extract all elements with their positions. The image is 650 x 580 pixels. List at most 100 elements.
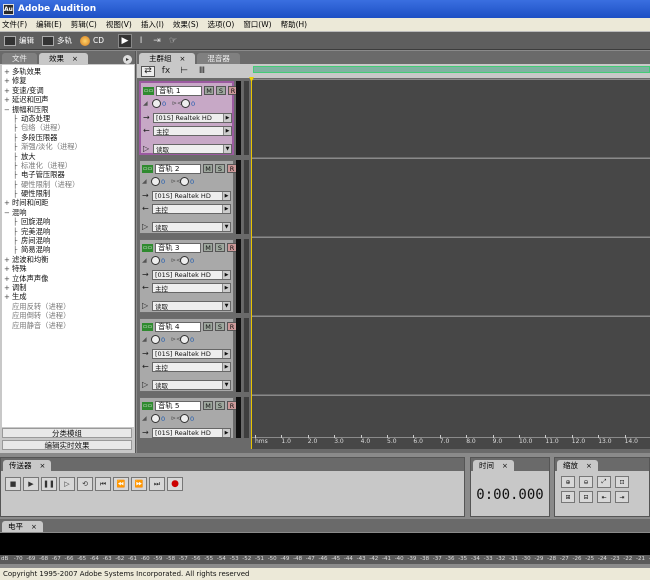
tab-transport[interactable]: 传送器 × (3, 460, 52, 471)
volume-knob[interactable] (151, 256, 160, 265)
close-icon[interactable]: × (72, 55, 78, 63)
dropdown-arrow-icon[interactable]: ▶ (222, 270, 230, 279)
category-modules-button[interactable]: 分类模组 (2, 428, 132, 438)
track-5[interactable]: ▭▭ 音轨 5 M S R ◢ 0 ⊳⊲ 0 → [01S] Realtek H… (137, 395, 650, 438)
eq-icon[interactable]: Ⅲ (195, 66, 209, 77)
effect-item[interactable]: ├ 包络（进程） (2, 123, 134, 132)
pan-value[interactable]: 0 (191, 100, 201, 108)
effect-category[interactable]: + 时间和间距 (2, 198, 134, 207)
effect-item[interactable]: ├ 完美混响 (2, 227, 134, 236)
menu-options[interactable]: 选项(O) (208, 19, 235, 30)
menu-window[interactable]: 窗口(W) (243, 19, 271, 30)
expand-automation-icon[interactable]: ▷ (143, 144, 153, 153)
close-icon[interactable]: × (40, 462, 46, 470)
automation-select[interactable]: 读取 ▼ (152, 221, 231, 232)
input-select[interactable]: [01S] Realtek HD ▶ (152, 190, 231, 201)
rewind-icon[interactable]: ⏪ (113, 477, 129, 491)
volume-knob[interactable] (151, 414, 160, 423)
automation-select[interactable]: 读取 ▼ (152, 300, 231, 311)
effect-category[interactable]: + 生成 (2, 292, 134, 301)
track-1[interactable]: ▭▭ 音轨 1 M S R ◢ 0 ⊳⊲ 0 → [01S] Realtek H… (137, 79, 650, 157)
solo-button[interactable]: S (215, 164, 225, 173)
fast-forward-icon[interactable]: ⏩ (131, 477, 147, 491)
effect-category[interactable]: + 滤波和均衡 (2, 255, 134, 264)
track-3[interactable]: ▭▭ 音轨 3 M S R ◢ 0 ⊳⊲ 0 → [01S] Realtek H… (137, 237, 650, 315)
effects-fx-icon[interactable]: fx (159, 66, 173, 77)
track-name-field[interactable]: 音轨 5 (155, 400, 201, 411)
effect-category[interactable]: + 立体声声像 (2, 274, 134, 283)
pan-value[interactable]: 0 (190, 415, 200, 423)
tab-effects[interactable]: 效果 × (39, 53, 88, 64)
track-2[interactable]: ▭▭ 音轨 2 M S R ◢ 0 ⊳⊲ 0 → [01S] Realtek H… (137, 158, 650, 236)
pan-knob[interactable] (180, 335, 189, 344)
pause-icon[interactable]: ❚❚ (41, 477, 57, 491)
inputs-outputs-icon[interactable]: ⇄ (141, 65, 155, 77)
tab-mixer[interactable]: 混音器 (197, 53, 240, 64)
record-icon[interactable]: ● (167, 477, 183, 491)
zoom-in-horizontal-icon[interactable]: ⊕ (561, 476, 575, 488)
play-icon[interactable]: ▶ (23, 477, 39, 491)
track-name-field[interactable]: 音轨 1 (156, 85, 202, 96)
effect-item[interactable]: ├ 房间混响 (2, 236, 134, 245)
effect-item[interactable]: ├ 电子管压限器 (2, 170, 134, 179)
effect-item[interactable]: ├ 标准化（进程） (2, 161, 134, 170)
volume-value[interactable]: 0 (162, 100, 172, 108)
menu-edit[interactable]: 编辑(E) (36, 19, 62, 30)
menu-clip[interactable]: 剪辑(C) (71, 19, 97, 30)
zoom-in-vertical-icon[interactable]: ⊞ (561, 491, 575, 503)
volume-value[interactable]: 0 (161, 415, 171, 423)
timeline-ruler[interactable]: hms 1.0 2.0 3.0 4.0 5.0 6.0 7.0 8.0 9.0 10.0 11.0 12… (251, 435, 650, 449)
pan-value[interactable]: 0 (190, 257, 200, 265)
zoom-out-horizontal-icon[interactable]: ⊖ (579, 476, 593, 488)
effect-item[interactable]: ├ 简易混响 (2, 245, 134, 254)
menu-file[interactable]: 文件(F) (2, 19, 27, 30)
sends-icon[interactable]: ⊢ (177, 66, 191, 77)
input-select[interactable]: [01S] Realtek HD ▶ (152, 269, 231, 280)
effect-category[interactable]: 应用反转（进程） (2, 302, 134, 311)
expand-automation-icon[interactable]: ▷ (142, 222, 152, 231)
dropdown-arrow-icon[interactable]: ▶ (222, 204, 230, 213)
effect-item[interactable]: ├ 回旋混响 (2, 217, 134, 226)
stop-icon[interactable]: ■ (5, 477, 21, 491)
menu-insert[interactable]: 插入(I) (141, 19, 164, 30)
effect-item[interactable]: ├ 放大 (2, 152, 134, 161)
play-from-cursor-icon[interactable]: ▷ (59, 477, 75, 491)
pan-value[interactable]: 0 (190, 336, 200, 344)
effect-category[interactable]: + 特殊 (2, 264, 134, 273)
effect-category[interactable]: + 延迟和回声 (2, 95, 134, 104)
move-tool-icon[interactable]: ▶ (118, 33, 133, 48)
zoom-right-edge-icon[interactable]: ⇥ (615, 491, 629, 503)
output-select[interactable]: 主控 ▶ (152, 282, 231, 293)
mute-button[interactable]: M (204, 86, 214, 95)
effect-category[interactable]: + 多轨效果 (2, 67, 134, 76)
expand-automation-icon[interactable]: ▷ (142, 380, 152, 389)
effect-item[interactable]: ├ 动态处理 (2, 114, 134, 123)
dropdown-arrow-icon[interactable]: ▶ (222, 362, 230, 371)
volume-value[interactable]: 0 (161, 257, 171, 265)
tab-main-group[interactable]: 主群组 × (139, 53, 196, 64)
close-icon[interactable]: × (31, 523, 37, 531)
solo-button[interactable]: S (215, 322, 225, 331)
effect-item[interactable]: ├ 硬性限制（进程） (2, 180, 134, 189)
track-name-field[interactable]: 音轨 4 (155, 321, 201, 332)
hybrid-tool-icon[interactable]: ⇥ (150, 34, 164, 48)
dropdown-arrow-icon[interactable]: ▶ (223, 126, 231, 135)
tab-files[interactable]: 文件 (2, 53, 37, 64)
solo-button[interactable]: S (215, 401, 225, 410)
track-clip-area[interactable] (251, 316, 650, 394)
expand-automation-icon[interactable]: ▷ (142, 301, 152, 310)
pan-knob[interactable] (181, 99, 190, 108)
close-icon[interactable]: × (586, 462, 592, 470)
close-icon[interactable]: × (180, 55, 186, 63)
close-icon[interactable]: × (502, 462, 508, 470)
volume-value[interactable]: 0 (161, 336, 171, 344)
tab-zoom[interactable]: 缩放 × (557, 460, 598, 471)
collapse-icon[interactable]: − (4, 209, 12, 218)
dropdown-arrow-icon[interactable]: ▶ (222, 349, 230, 358)
go-to-start-icon[interactable]: ⏮ (95, 477, 111, 491)
tab-levels[interactable]: 电平 × (2, 521, 43, 532)
input-select[interactable]: [01S] Realtek HD ▶ (152, 427, 231, 438)
dropdown-arrow-icon[interactable]: ▶ (222, 283, 230, 292)
edit-view-button[interactable]: 编辑 (4, 35, 34, 46)
zoom-out-vertical-icon[interactable]: ⊟ (579, 491, 593, 503)
